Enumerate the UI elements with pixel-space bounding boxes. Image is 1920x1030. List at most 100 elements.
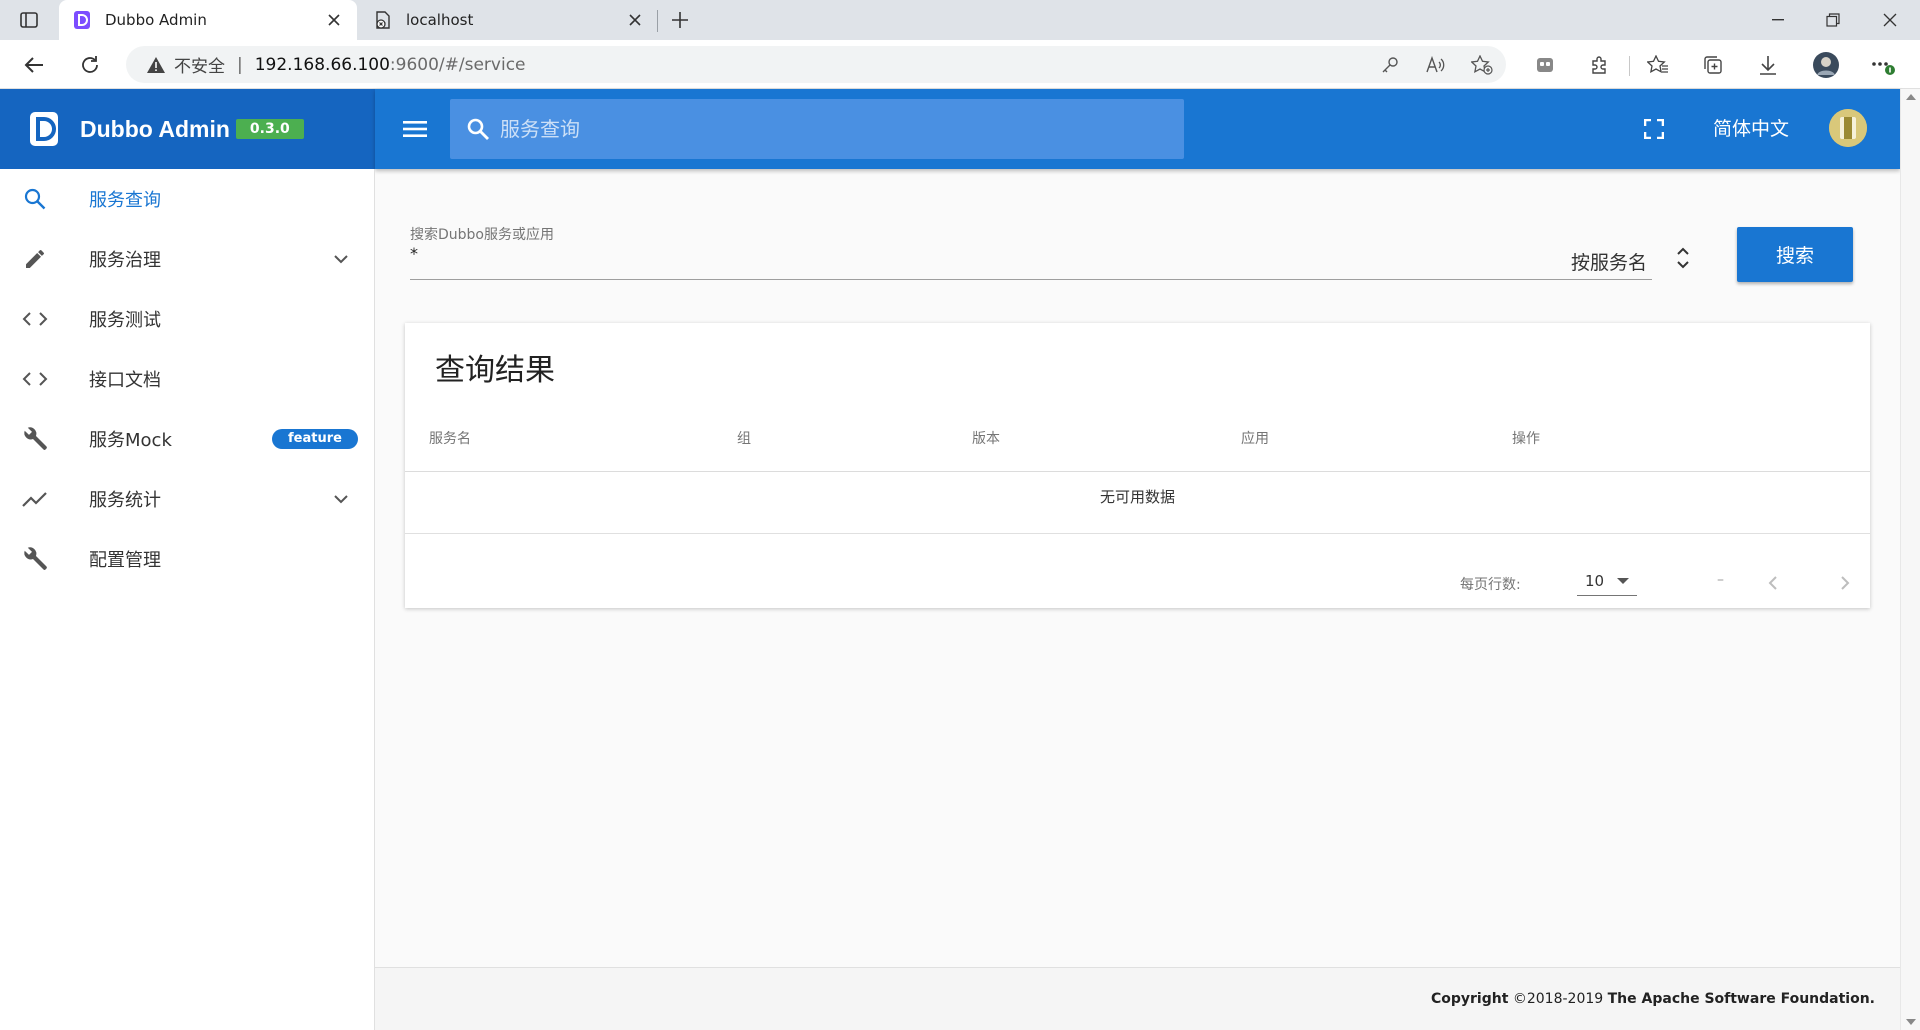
search-icon [467,118,489,140]
add-favorite-icon[interactable] [1470,53,1494,77]
main-content: 搜索Dubbo服务或应用 * 按服务名 搜索 查询结果 服务名 组 版本 应用 … [375,169,1900,963]
unfold-icon[interactable] [1672,241,1694,275]
downloads-icon[interactable] [1751,48,1785,82]
not-secure-text: 不安全 [174,57,225,77]
tab-title: localhost [406,11,474,29]
results-title: 查询结果 [435,353,555,388]
chevron-down-icon[interactable] [330,488,352,510]
search-type-select[interactable]: 按服务名 [1571,248,1647,275]
chevron-down-icon[interactable] [330,248,352,270]
rows-per-page-label: 每页行数: [1460,577,1521,593]
column-header-group[interactable]: 组 [737,428,751,448]
close-tab-icon[interactable] [325,11,343,29]
version-badge: 0.3.0 [235,119,304,139]
browser-tab-localhost[interactable]: localhost [360,0,658,40]
address-divider: | [237,54,243,75]
url-host: 192.168.66.100 [254,54,390,75]
copyright-org: The Apache Software Foundation. [1607,991,1875,1007]
scroll-down-icon[interactable] [1906,1019,1916,1025]
search-input[interactable]: * [410,244,418,263]
language-switch[interactable]: 简体中文 [1713,115,1789,143]
restore-icon[interactable] [1805,0,1861,40]
code-icon [20,364,50,394]
header-search-input[interactable] [500,117,1140,141]
tab-separator [657,10,658,32]
browser-tab-dubbo-admin[interactable]: Dubbo Admin [59,0,357,40]
extensions-icon[interactable] [1582,48,1616,82]
dubbo-logo-icon [30,112,58,146]
pagination-range: – [1717,572,1724,588]
brand-bar: Dubbo Admin 0.3.0 [0,89,375,169]
minimize-icon[interactable] [1750,0,1806,40]
dubbo-admin-app: Dubbo Admin 0.3.0 简体中文 服务查询 服务 [0,89,1900,1030]
sidebar-item-statistics[interactable]: 服务统计 [0,469,375,529]
sidebar-item-service-test[interactable]: 服务测试 [0,289,375,349]
tab-actions-icon[interactable] [12,3,46,37]
browser-tab-bar: Dubbo Admin localhost [0,0,1920,40]
column-header-version[interactable]: 版本 [972,428,1000,448]
sidebar-item-service-mock[interactable]: 服务Mock feature [0,409,375,469]
code-icon [20,304,50,334]
pencil-icon [20,244,50,274]
copyright-years: ©2018-2019 [1508,991,1608,1007]
reload-icon[interactable] [73,48,107,82]
column-header-service[interactable]: 服务名 [429,428,471,448]
scroll-up-icon[interactable] [1906,94,1916,100]
sidebar-item-label: 接口文档 [89,370,161,391]
warning-icon [147,56,165,73]
wrench-icon [20,424,50,454]
copyright-text: Copyright ©2018-2019 The Apache Software… [1431,991,1875,1007]
no-data-text: 无可用数据 [1099,488,1175,506]
back-icon[interactable] [17,48,51,82]
address-bar[interactable]: 不安全 | 192.168.66.100:9600/#/service [126,46,1506,83]
results-card: 查询结果 服务名 组 版本 应用 操作 无可用数据 每页行数: 10 – [405,323,1870,608]
column-header-actions: 操作 [1512,431,1540,447]
more-options-icon[interactable] [1866,48,1900,82]
sidebar-item-label: 服务治理 [89,250,161,271]
workspaces-icon[interactable] [1528,48,1562,82]
sidebar-item-label: 服务统计 [89,490,161,511]
footer: Copyright ©2018-2019 The Apache Software… [375,967,1900,1030]
caret-down-icon [1617,578,1629,584]
close-window-icon[interactable] [1862,0,1918,40]
previous-page-icon[interactable] [1758,568,1788,598]
new-tab-icon[interactable] [666,8,694,32]
feature-badge: feature [272,429,358,449]
read-aloud-icon[interactable] [1424,53,1448,77]
next-page-icon[interactable] [1830,568,1860,598]
page-error-icon [374,11,392,29]
column-header-application[interactable]: 应用 [1241,428,1269,448]
table-footer-divider [405,533,1870,534]
trending-icon [20,484,50,514]
header-search-box[interactable] [450,99,1184,159]
sidebar-item-label: 配置管理 [89,550,161,571]
close-tab-icon[interactable] [626,11,644,29]
menu-icon[interactable] [399,114,431,144]
search-button[interactable]: 搜索 [1737,227,1853,282]
table-header-divider [405,471,1870,472]
url-path: :9600/#/service [389,54,526,75]
dubbo-favicon-icon [73,11,91,29]
page-scrollbar[interactable] [1900,89,1920,1030]
collections-icon[interactable] [1696,48,1730,82]
key-icon[interactable] [1378,53,1402,77]
browser-toolbar: 不安全 | 192.168.66.100:9600/#/service [0,40,1920,89]
favorites-icon[interactable] [1641,48,1675,82]
not-secure-indicator[interactable]: 不安全 [146,52,225,77]
sidebar-item-governance[interactable]: 服务治理 [0,229,375,289]
sidebar-item-config[interactable]: 配置管理 [0,529,375,589]
fullscreen-icon[interactable] [1640,115,1668,143]
toolbar-divider [1629,56,1630,76]
brand-name: Dubbo Admin [80,115,230,142]
wrench-icon [20,544,50,574]
rows-per-page-select[interactable]: 10 [1577,570,1637,596]
app-header: 简体中文 [375,89,1900,169]
sidebar-item-label: 服务查询 [89,190,161,211]
search-input-underline [410,279,1652,280]
profile-avatar-icon[interactable] [1809,48,1843,82]
sidebar-item-api-docs[interactable]: 接口文档 [0,349,375,409]
search-icon [20,184,50,214]
rows-per-page-value: 10 [1585,572,1605,590]
user-avatar[interactable] [1829,109,1867,147]
sidebar-item-service-search[interactable]: 服务查询 [0,169,375,229]
